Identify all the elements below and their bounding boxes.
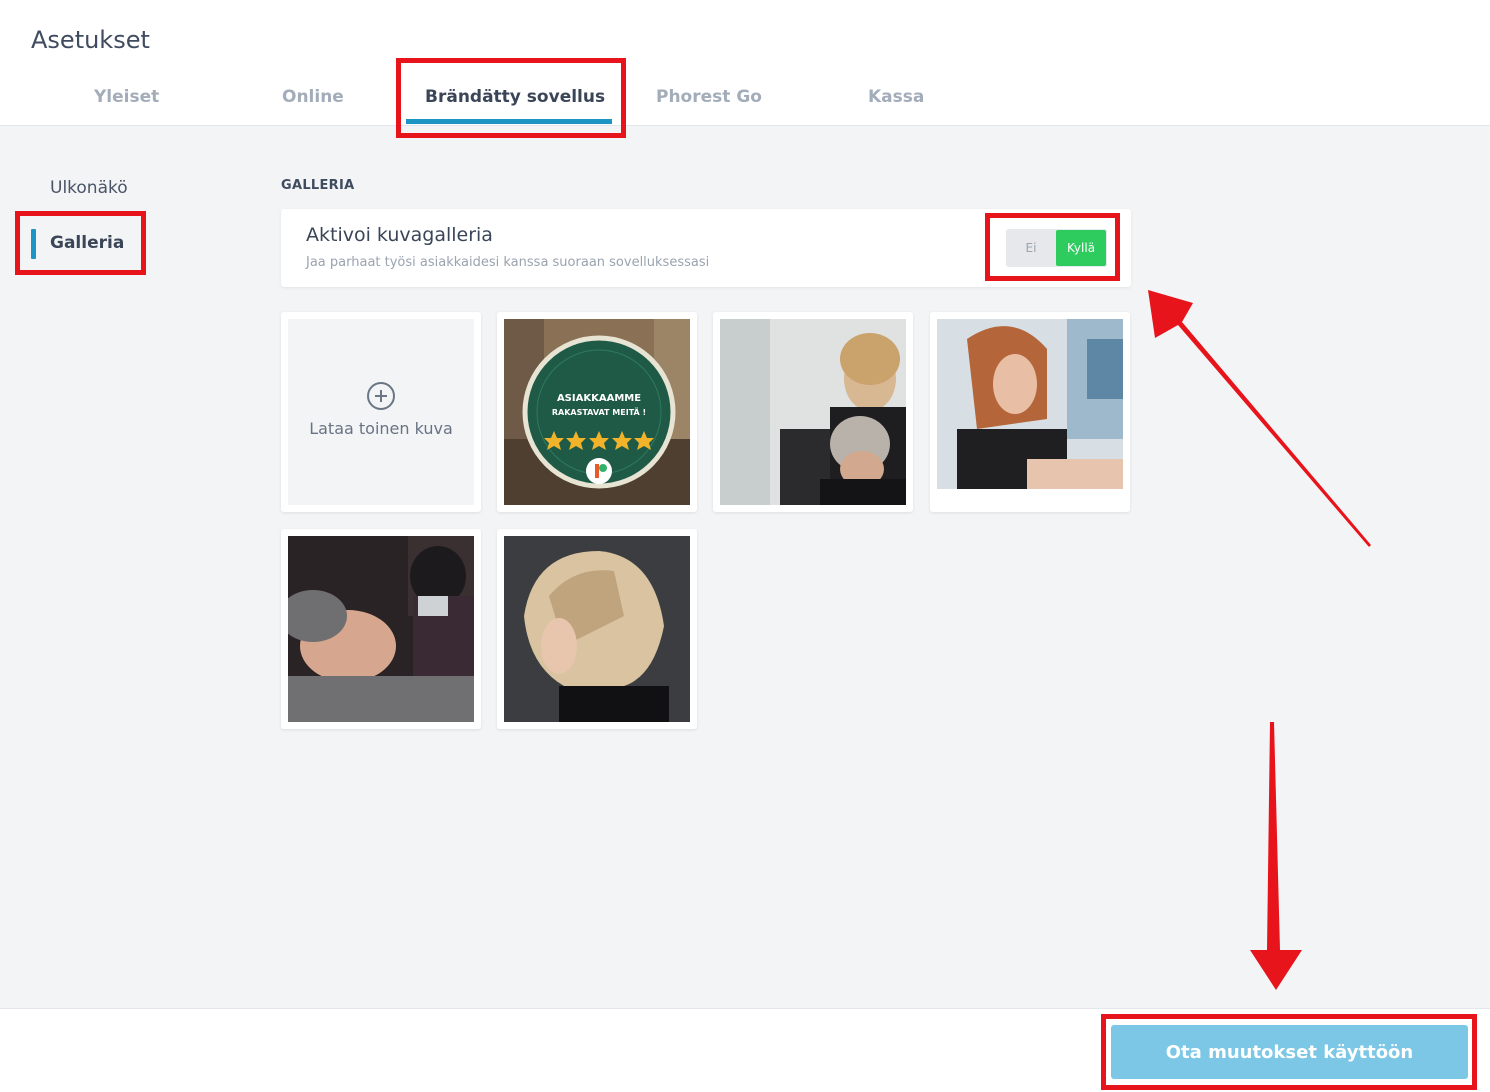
gallery-image-hairstyle[interactable]: [504, 536, 690, 722]
facial-treatment-photo: [288, 536, 474, 722]
toggle-subtitle: Jaa parhaat työsi asiakkaidesi kanssa su…: [306, 255, 710, 270]
tab-brandatty-sovellus[interactable]: Brändätty sovellus: [425, 87, 605, 107]
top-bar: Asetukset Yleiset Online Brändätty sovel…: [0, 0, 1490, 126]
gallery-image-facial[interactable]: [288, 536, 474, 722]
sidebar-active-indicator: [31, 229, 36, 259]
page-title: Asetukset: [31, 26, 150, 54]
award-line-1: ASIAKKAAMME: [557, 393, 641, 404]
gallery-image-award[interactable]: ASIAKKAAMME RAKASTAVAT MEITÄ !: [504, 319, 690, 505]
blonde-hairstyle-photo: [504, 536, 690, 722]
gallery-toggle[interactable]: Ei Kyllä: [1006, 229, 1107, 267]
toggle-option-ei[interactable]: Ei: [1006, 229, 1056, 267]
toggle-option-kylla[interactable]: Kyllä: [1056, 230, 1106, 266]
award-badge-image: ASIAKKAAMME RAKASTAVAT MEITÄ !: [504, 319, 690, 505]
upload-label: Lataa toinen kuva: [309, 419, 453, 438]
section-label: GALLERIA: [281, 178, 355, 193]
apply-changes-button[interactable]: Ota muutokset käyttöön: [1111, 1025, 1468, 1079]
active-tab-indicator: [406, 119, 612, 124]
gallery-image-nails[interactable]: [937, 319, 1123, 505]
tab-yleiset[interactable]: Yleiset: [94, 87, 159, 107]
annotation-arrow-up-icon: [1148, 290, 1371, 547]
gallery-toggle-card: Aktivoi kuvagalleria Jaa parhaat työsi a…: [281, 209, 1131, 287]
toggle-title: Aktivoi kuvagalleria: [306, 224, 493, 246]
hairdresser-photo: [720, 319, 906, 505]
gallery-image-tile[interactable]: [497, 529, 697, 729]
award-line-2: RAKASTAVAT MEITÄ !: [552, 407, 646, 417]
tab-kassa[interactable]: Kassa: [868, 87, 924, 107]
annotation-arrow-down-icon: [1250, 722, 1302, 990]
gallery-image-tile[interactable]: [281, 529, 481, 729]
gallery-image-hairdresser[interactable]: [720, 319, 906, 505]
sidebar-item-ulkonako[interactable]: Ulkonäkö: [50, 178, 128, 198]
sidebar-item-galleria[interactable]: Galleria: [50, 233, 124, 253]
tab-phorest-go[interactable]: Phorest Go: [656, 87, 762, 107]
tab-online[interactable]: Online: [282, 87, 344, 107]
upload-tile[interactable]: Lataa toinen kuva: [281, 312, 481, 512]
gallery-image-tile[interactable]: ASIAKKAAMME RAKASTAVAT MEITÄ !: [497, 312, 697, 512]
annotation-arrows: [1148, 290, 1371, 990]
nail-technician-photo: [937, 319, 1123, 505]
gallery-image-tile[interactable]: [930, 312, 1130, 512]
upload-button[interactable]: Lataa toinen kuva: [288, 319, 474, 505]
gallery-image-tile[interactable]: [713, 312, 913, 512]
plus-circle-icon: [367, 382, 395, 410]
